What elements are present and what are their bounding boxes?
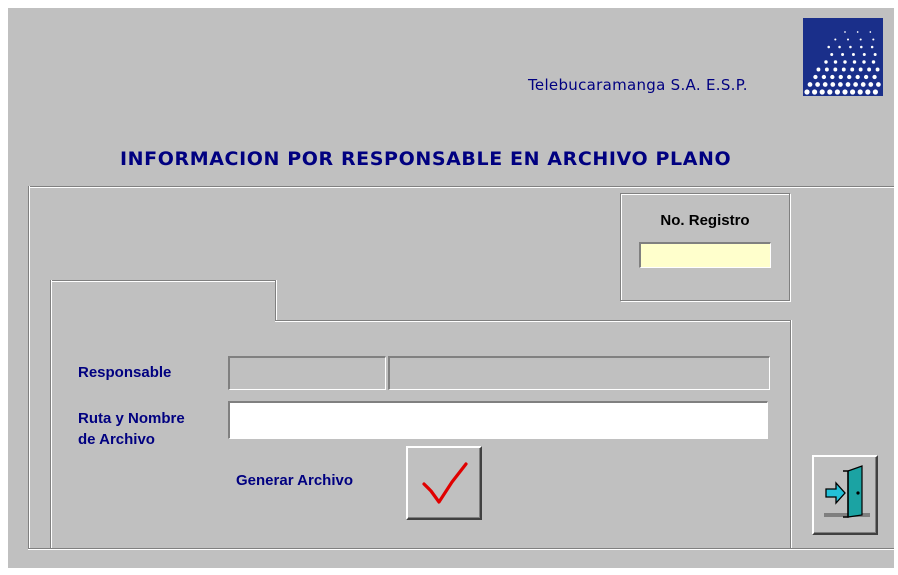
globe-dots-logo-icon	[803, 18, 883, 96]
exit-button[interactable]	[812, 455, 878, 535]
application-window: Telebucaramanga S.A. E.S.P. INFORMACION …	[8, 8, 894, 568]
registro-group: No. Registro	[620, 193, 790, 301]
ruta-archivo-field[interactable]	[228, 401, 768, 439]
tab-panel-right-line	[790, 320, 792, 548]
checkmark-icon	[422, 462, 468, 504]
ruta-label-line2: de Archivo	[78, 431, 155, 448]
responsable-code-field[interactable]	[228, 356, 386, 390]
tab-right-line	[275, 280, 277, 322]
ruta-label-line1: Ruta y Nombre	[78, 410, 185, 427]
tab-left-line	[50, 280, 52, 548]
responsable-name-field[interactable]	[388, 356, 770, 390]
generar-archivo-button[interactable]	[406, 446, 482, 520]
frame-bottom-line	[28, 548, 894, 550]
registro-label: No. Registro	[660, 212, 750, 229]
registro-input[interactable]	[639, 242, 771, 268]
tab-panel-top-line	[275, 320, 791, 322]
frame-top-line	[28, 186, 894, 188]
generar-archivo-label: Generar Archivo	[236, 472, 353, 489]
page-title: INFORMACION POR RESPONSABLE EN ARCHIVO P…	[120, 148, 732, 170]
responsable-label: Responsable	[78, 364, 172, 381]
company-name: Telebucaramanga S.A. E.S.P.	[528, 76, 748, 94]
tab-top-line	[50, 280, 276, 282]
frame-left-line	[28, 186, 30, 548]
exit-door-icon	[824, 465, 870, 518]
